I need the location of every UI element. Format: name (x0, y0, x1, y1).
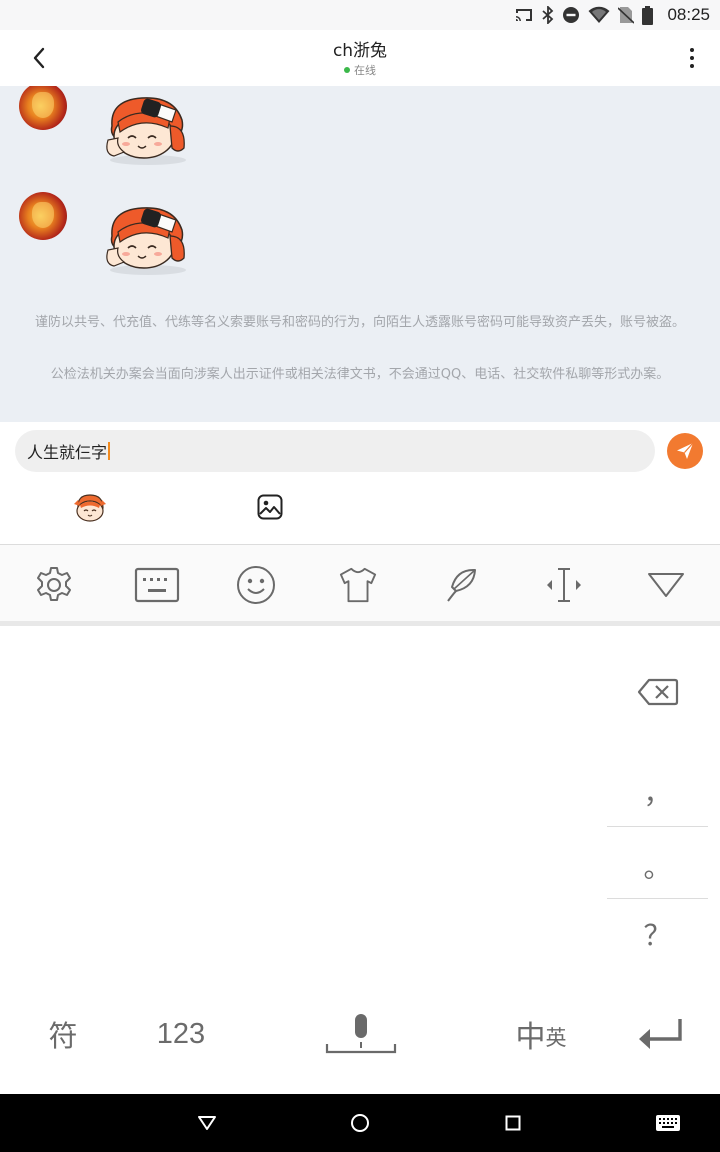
keyboard-cursor-button[interactable] (544, 565, 584, 605)
home-circle-icon (351, 1114, 369, 1132)
online-dot-icon (344, 67, 350, 73)
handwriting-icon (447, 568, 476, 602)
message-input[interactable]: 人生就仨字 (15, 430, 655, 472)
voice-input-key[interactable] (322, 1006, 400, 1062)
battery-icon (642, 5, 654, 25)
security-notice: 公检法机关办案会当面向涉案人出示证件或相关法律文书，不会通过QQ、电话、社交软件… (50, 367, 670, 382)
security-notice: 谨防以共号、代充值、代练等名义索要账号和密码的行为，向陌生人透露账号密码可能导致… (34, 315, 685, 330)
keyboard-handwriting-button[interactable] (442, 565, 482, 605)
sticker-message[interactable] (98, 202, 194, 276)
enter-icon (639, 1019, 682, 1049)
sticker-button[interactable] (72, 492, 108, 524)
more-options-button[interactable] (680, 42, 704, 74)
collapse-icon (648, 573, 684, 597)
period-key[interactable]: 。 (607, 830, 708, 902)
chat-message-list[interactable]: 谨防以共号、代充值、代练等名义索要账号和密码的行为，向陌生人透露账号密码可能导致… (0, 86, 720, 422)
keyboard-emoji-button[interactable] (236, 565, 276, 605)
question-key[interactable]: ？ (607, 898, 708, 970)
status-clock: 08:25 (667, 5, 710, 24)
language-sub-label: 英 (545, 1026, 567, 1050)
nav-home-button[interactable] (345, 1109, 375, 1137)
sticker-icon (74, 494, 106, 522)
language-main-label: 中 (515, 1020, 546, 1055)
bluetooth-icon (542, 6, 554, 24)
keyboard-switch-icon (656, 1115, 680, 1131)
microphone-icon (325, 1014, 397, 1054)
send-icon (677, 442, 694, 459)
send-button[interactable] (667, 433, 703, 469)
image-icon (257, 494, 283, 520)
system-navigation-bar (0, 1094, 720, 1152)
title-block: ch浙兔 在线 (0, 36, 720, 78)
keyboard-icon (134, 567, 180, 603)
keyboard-skin-button[interactable] (338, 565, 378, 605)
emoji-icon (237, 566, 275, 604)
chat-title: ch浙兔 (332, 41, 388, 61)
avatar[interactable] (19, 192, 67, 240)
message-input-value: 人生就仨字 (27, 443, 108, 462)
nav-recents-button[interactable] (498, 1109, 528, 1137)
composer-bar: 人生就仨字 (0, 422, 720, 544)
symbols-key[interactable]: 符 (38, 1006, 88, 1062)
cursor-move-icon (547, 568, 581, 602)
key-divider (607, 826, 708, 827)
sticker-message[interactable] (98, 92, 194, 166)
image-button[interactable] (255, 492, 285, 522)
wifi-icon (588, 6, 610, 24)
keyboard-collapse-button[interactable] (646, 565, 686, 605)
keyboard-panel[interactable]: ， 。 ？ 符 123 中英 (0, 626, 720, 1094)
text-caret (108, 442, 111, 460)
cast-icon (514, 7, 534, 23)
numbers-key[interactable]: 123 (145, 1006, 217, 1062)
keyboard-toolbar (0, 544, 720, 626)
nav-keyboard-switch-button[interactable] (653, 1109, 683, 1137)
nav-back-button[interactable] (192, 1109, 222, 1137)
no-sim-icon (618, 6, 635, 24)
backspace-icon (637, 678, 679, 706)
do-not-disturb-icon (562, 6, 580, 24)
skin-icon (339, 567, 377, 603)
online-status-label: 在线 (354, 64, 376, 77)
keyboard-settings-button[interactable] (34, 565, 74, 605)
online-status: 在线 (0, 62, 720, 78)
settings-icon (37, 567, 71, 601)
avatar[interactable] (19, 86, 67, 130)
recents-square-icon (505, 1115, 521, 1131)
backspace-key[interactable] (630, 674, 686, 710)
back-triangle-icon (198, 1116, 216, 1130)
enter-key[interactable] (630, 1006, 690, 1062)
status-bar: 08:25 (0, 0, 720, 30)
more-vertical-icon (690, 48, 694, 52)
comma-key[interactable]: ， (607, 756, 708, 828)
language-switch-key[interactable]: 中英 (506, 1006, 576, 1062)
chat-header: ch浙兔 在线 (0, 30, 720, 86)
message-row (0, 86, 720, 165)
message-row (0, 182, 720, 275)
keyboard-layout-button[interactable] (134, 565, 180, 605)
